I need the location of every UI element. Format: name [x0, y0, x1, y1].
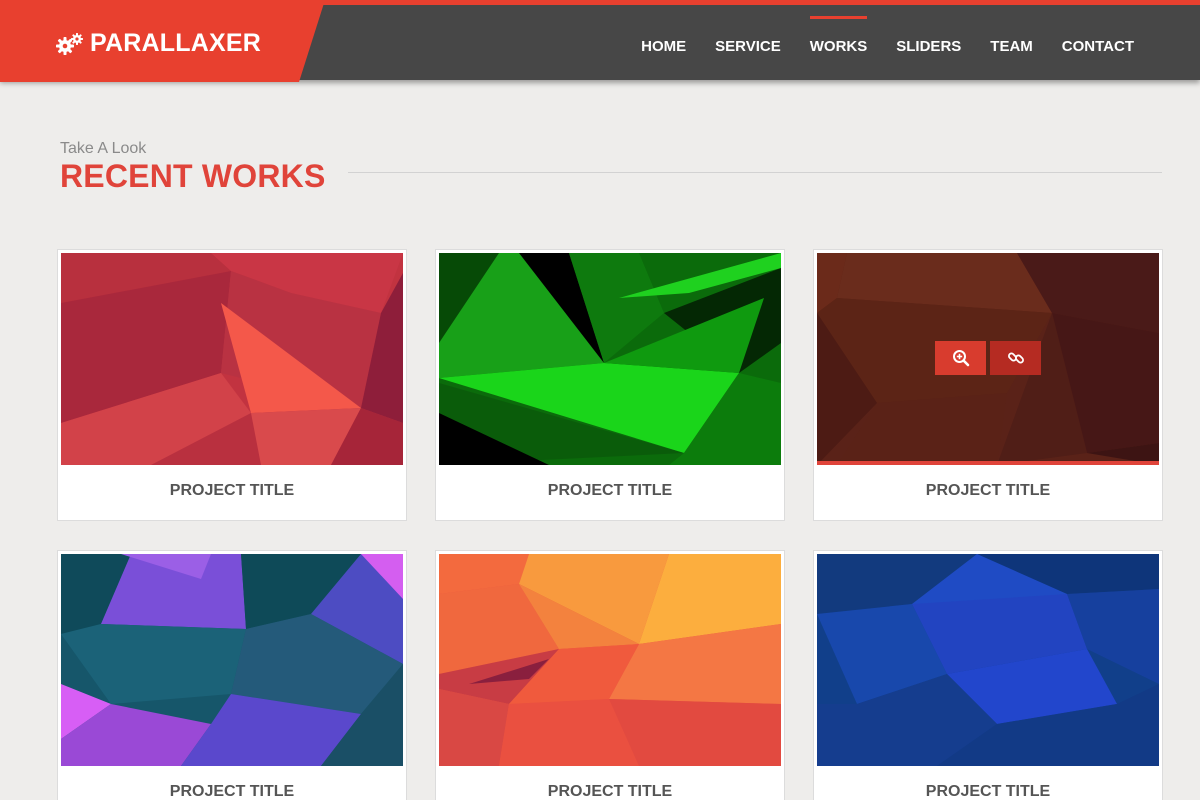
work-card-2[interactable]: PROJECT TITLE: [435, 249, 785, 521]
section-title: RECENT WORKS: [60, 158, 326, 194]
work-card-1[interactable]: PROJECT TITLE: [57, 249, 407, 521]
brand-logo[interactable]: PARALLAXER: [56, 29, 261, 58]
nav-home[interactable]: HOME: [641, 30, 686, 55]
work-thumbnail[interactable]: [817, 554, 1159, 766]
work-title[interactable]: PROJECT TITLE: [436, 482, 784, 500]
work-thumbnail[interactable]: [61, 253, 403, 465]
section-kicker: Take A Look: [60, 140, 147, 157]
nav-works[interactable]: WORKS: [809, 16, 867, 55]
work-thumbnail[interactable]: [817, 253, 1159, 465]
work-thumbnail[interactable]: [439, 554, 781, 766]
work-title[interactable]: PROJECT TITLE: [814, 482, 1162, 500]
zoom-in-icon: [952, 349, 970, 367]
work-title[interactable]: PROJECT TITLE: [814, 783, 1162, 800]
work-title[interactable]: PROJECT TITLE: [58, 482, 406, 500]
title-divider: [348, 172, 1162, 173]
link-icon: [1007, 349, 1025, 367]
work-card-4[interactable]: PROJECT TITLE: [57, 550, 407, 800]
zoom-button[interactable]: [935, 341, 986, 375]
work-card-3[interactable]: PROJECT TITLE: [813, 249, 1163, 521]
nav-contact[interactable]: CONTACT: [1062, 30, 1134, 55]
thumbnail-actions: [935, 341, 1041, 375]
work-card-6[interactable]: PROJECT TITLE: [813, 550, 1163, 800]
nav-sliders[interactable]: SLIDERS: [896, 30, 961, 55]
link-button[interactable]: [990, 341, 1041, 375]
work-thumbnail[interactable]: [61, 554, 403, 766]
nav-team[interactable]: TEAM: [990, 30, 1033, 55]
gears-icon: [56, 32, 84, 56]
work-card-5[interactable]: PROJECT TITLE: [435, 550, 785, 800]
work-title[interactable]: PROJECT TITLE: [58, 783, 406, 800]
work-title[interactable]: PROJECT TITLE: [436, 783, 784, 800]
top-navbar: PARALLAXER HOME SERVICE WORKS SLIDERS TE…: [0, 0, 1200, 82]
brand-name: PARALLAXER: [90, 29, 261, 57]
main-nav: HOME SERVICE WORKS SLIDERS TEAM CONTACT: [641, 5, 1134, 80]
nav-service[interactable]: SERVICE: [715, 30, 781, 55]
work-thumbnail[interactable]: [439, 253, 781, 465]
